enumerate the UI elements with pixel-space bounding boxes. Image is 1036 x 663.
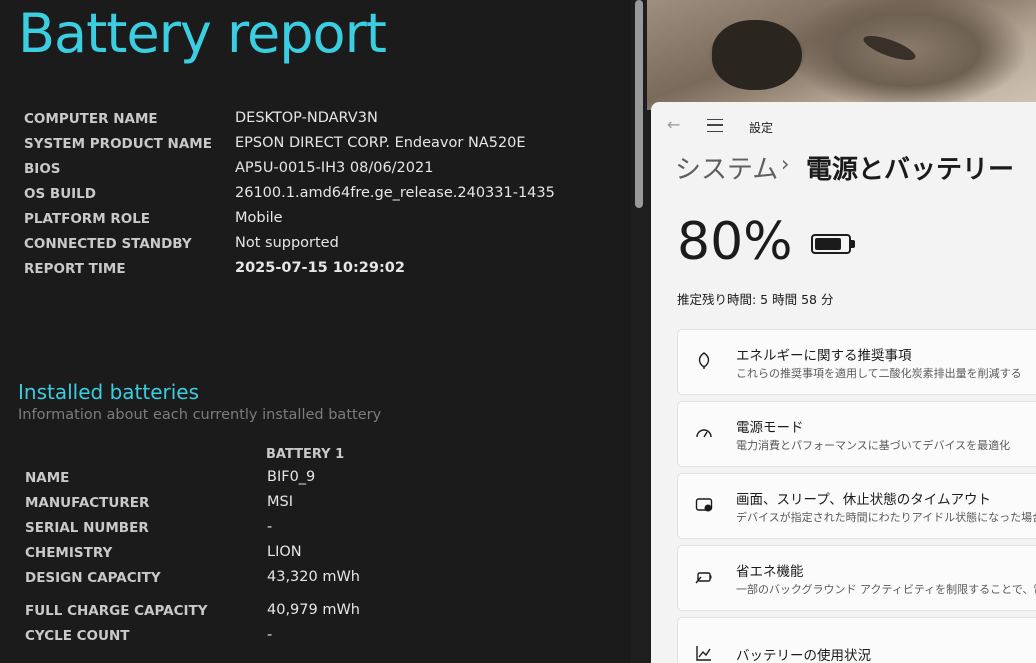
desktop-area: ← 設定 システム › 電源とバッテリー 80% 推定残り時間: 5 時間 58… — [647, 0, 1036, 663]
settings-app-title: 設定 — [749, 121, 774, 135]
label-system-product-name: SYSTEM PRODUCT NAME — [24, 136, 212, 152]
seal-eye — [860, 31, 919, 65]
label-full-charge-capacity: FULL CHARGE CAPACITY — [25, 603, 208, 619]
label-chemistry: CHEMISTRY — [25, 545, 113, 561]
label-design-capacity: DESIGN CAPACITY — [25, 570, 161, 586]
wallpaper-image — [647, 0, 1036, 110]
value-serial-number: - — [267, 519, 273, 535]
value-connected-standby: Not supported — [235, 235, 339, 251]
battery-saver-card[interactable]: 省エネ機能 一部のバックグラウンド アクティビティを制限することで、電力消 — [677, 545, 1036, 611]
battery-column-header: BATTERY 1 — [266, 447, 345, 462]
label-computer-name: COMPUTER NAME — [24, 111, 158, 127]
card-subtitle: 一部のバックグラウンド アクティビティを制限することで、電力消 — [736, 583, 1036, 596]
battery-usage-card[interactable]: バッテリーの使用状況 — [677, 617, 1036, 663]
value-bios: AP5U-0015-IH3 08/06/2021 — [235, 160, 434, 176]
installed-batteries-heading: Installed batteries — [18, 380, 200, 404]
breadcrumb-system[interactable]: システム — [675, 149, 778, 186]
value-computer-name: DESKTOP-NDARV3N — [235, 110, 378, 126]
card-title: 省エネ機能 — [736, 564, 804, 580]
label-serial-number: SERIAL NUMBER — [25, 520, 149, 536]
card-title: エネルギーに関する推奨事項 — [736, 348, 912, 364]
chart-icon — [694, 644, 714, 663]
value-full-charge-capacity: 40,979 mWh — [267, 602, 360, 618]
value-platform-role: Mobile — [235, 210, 283, 226]
screen-sleep-icon — [694, 496, 714, 516]
card-title: 電源モード — [736, 420, 804, 436]
card-subtitle: これらの推奨事項を適用して二酸化炭素排出量を削減する — [736, 367, 1022, 380]
energy-recommendations-card[interactable]: エネルギーに関する推奨事項 これらの推奨事項を適用して二酸化炭素排出量を削減する — [677, 329, 1036, 395]
settings-window: ← 設定 システム › 電源とバッテリー 80% 推定残り時間: 5 時間 58… — [651, 102, 1036, 663]
value-chemistry: LION — [267, 544, 302, 560]
scrollbar-thumb[interactable] — [635, 0, 643, 208]
label-bios: BIOS — [24, 161, 61, 177]
card-title: バッテリーの使用状況 — [736, 648, 871, 663]
back-arrow-icon[interactable]: ← — [667, 115, 680, 134]
seal-nose — [712, 20, 802, 90]
hamburger-menu-icon[interactable] — [707, 119, 723, 132]
label-connected-standby: CONNECTED STANDBY — [24, 236, 192, 252]
value-design-capacity: 43,320 mWh — [267, 569, 360, 585]
label-manufacturer: MANUFACTURER — [25, 495, 150, 511]
value-os-build: 26100.1.amd64fre.ge_release.240331-1435 — [235, 185, 555, 201]
value-report-time: 2025-07-15 10:29:02 — [235, 260, 405, 276]
value-name: BIF0_9 — [267, 469, 316, 485]
screen-sleep-timeout-card[interactable]: 画面、スリープ、休止状態のタイムアウト デバイスが指定された時間にわたりアイドル… — [677, 473, 1036, 539]
breadcrumb-power-battery: 電源とバッテリー — [806, 155, 1015, 185]
installed-batteries-subtitle: Information about each currently install… — [18, 407, 382, 423]
battery-percentage: 80% — [677, 212, 793, 272]
label-os-build: OS BUILD — [24, 186, 96, 202]
breadcrumb-chevron-icon: › — [781, 152, 790, 176]
report-scrollbar[interactable] — [631, 0, 647, 663]
label-name: NAME — [25, 470, 70, 486]
value-system-product-name: EPSON DIRECT CORP. Endeavor NA520E — [235, 135, 526, 151]
leaf-icon — [694, 352, 714, 372]
card-title: 画面、スリープ、休止状態のタイムアウト — [736, 492, 992, 508]
power-mode-card[interactable]: 電源モード 電力消費とパフォーマンスに基づいてデバイスを最適化 — [677, 401, 1036, 467]
estimated-remaining-time: 推定残り時間: 5 時間 58 分 — [677, 292, 834, 307]
value-cycle-count: - — [267, 627, 273, 643]
battery-saver-icon — [694, 568, 714, 588]
battery-icon — [811, 234, 851, 254]
gauge-icon — [694, 424, 714, 444]
card-subtitle: 電力消費とパフォーマンスに基づいてデバイスを最適化 — [736, 439, 1011, 452]
battery-icon-tip — [851, 240, 855, 248]
label-platform-role: PLATFORM ROLE — [24, 211, 151, 227]
label-cycle-count: CYCLE COUNT — [25, 628, 130, 644]
label-report-time: REPORT TIME — [24, 261, 126, 277]
value-manufacturer: MSI — [267, 494, 293, 510]
card-subtitle: デバイスが指定された時間にわたりアイドル状態になった場合の動 — [736, 511, 1036, 524]
battery-level-fill — [815, 238, 841, 250]
report-title: Battery report — [18, 2, 387, 65]
battery-report-page: Battery report COMPUTER NAME DESKTOP-NDA… — [0, 0, 631, 663]
